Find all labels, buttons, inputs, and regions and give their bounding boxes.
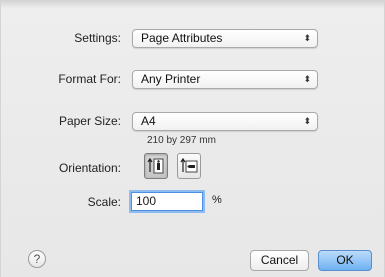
- ok-label: OK: [336, 253, 354, 267]
- format-for-popup[interactable]: Any Printer ⬍: [132, 70, 318, 89]
- scale-unit: %: [212, 194, 222, 206]
- ok-button[interactable]: OK: [318, 250, 372, 271]
- format-for-label: Format For:: [58, 72, 121, 86]
- settings-label: Settings:: [74, 31, 121, 45]
- settings-popup[interactable]: Page Attributes ⬍: [132, 29, 318, 48]
- landscape-icon: [180, 157, 198, 173]
- cancel-label: Cancel: [260, 253, 299, 267]
- page-setup-dialog: Settings: Page Attributes ⬍ Format For: …: [0, 0, 385, 277]
- paper-size-value: A4: [141, 114, 156, 128]
- orientation-portrait-button[interactable]: [144, 153, 168, 179]
- cancel-button[interactable]: Cancel: [250, 250, 309, 271]
- paper-size-popup[interactable]: A4 ⬍: [132, 112, 318, 131]
- orientation-landscape-button[interactable]: [177, 153, 201, 179]
- format-for-value: Any Printer: [141, 72, 201, 86]
- help-icon: ?: [33, 252, 41, 266]
- dialog-top-edge: [1, 0, 384, 8]
- portrait-icon: [147, 157, 164, 174]
- popup-arrows-icon: ⬍: [303, 33, 311, 43]
- settings-value: Page Attributes: [141, 31, 223, 45]
- scale-label: Scale:: [87, 195, 121, 209]
- popup-arrows-icon: ⬍: [303, 116, 311, 126]
- paper-size-label: Paper Size:: [58, 114, 121, 128]
- help-button[interactable]: ?: [28, 250, 46, 268]
- scale-input[interactable]: 100: [131, 192, 203, 211]
- paper-dimensions: 210 by 297 mm: [147, 135, 216, 146]
- orientation-label: Orientation:: [58, 161, 121, 175]
- scale-value: 100: [136, 194, 157, 208]
- popup-arrows-icon: ⬍: [303, 74, 311, 84]
